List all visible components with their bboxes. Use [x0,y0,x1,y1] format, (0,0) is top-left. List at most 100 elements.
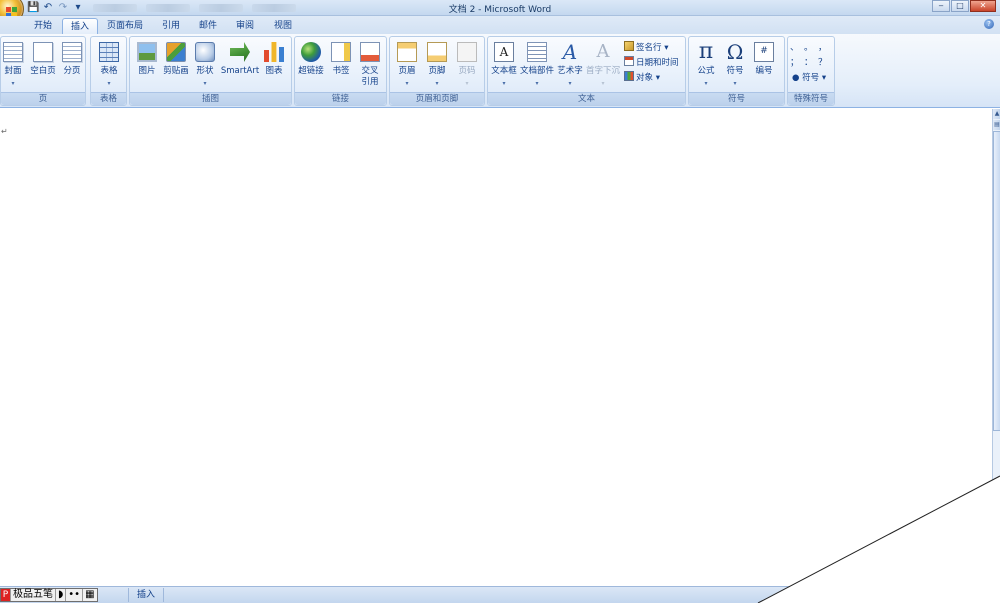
omega-icon: Ω [726,40,744,64]
drop-cap-label: 首字下沉 [585,66,620,76]
page-break-icon [62,42,82,62]
insert-mode-indicator[interactable]: 插入 [128,588,165,602]
cross-reference-icon [360,42,380,62]
smartart-button[interactable]: SmartArt [221,39,259,91]
text-box-button[interactable]: A 文本框 ▾ [489,39,519,91]
cover-page-icon [3,42,23,62]
minimize-button[interactable]: ‒ [932,0,950,12]
ime-name[interactable]: 极品五笔 [11,589,56,601]
date-time-button[interactable]: 日期和时间 [624,56,679,70]
hyperlink-globe-icon [301,42,321,62]
half-width-icon[interactable]: ◗ [56,589,67,601]
group-illustrations-label: 插图 [130,92,291,105]
group-special-symbols: 、 。 ， ； ： ？ ● 符号 ▾ 特殊符号 [787,36,835,106]
punctuation-icon[interactable]: •• [66,589,84,601]
dropdown-arrow-icon: ▾ [704,80,708,87]
group-special-symbols-label: 特殊符号 [788,92,834,105]
tab-mailings[interactable]: 邮件 [193,18,223,34]
blank-page-button[interactable]: 空白页 [28,39,58,91]
calendar-icon [624,56,634,66]
numbering-button[interactable]: # 编号 [749,39,779,91]
group-tables-label: 表格 [91,92,126,105]
dropdown-arrow-icon: ▾ [535,80,539,87]
window-title: 文档 2 - Microsoft Word [448,5,552,15]
picture-button[interactable]: 图片 [132,39,162,91]
special-char-button[interactable]: ？ [818,56,827,70]
wordart-button[interactable]: A 艺术字 ▾ [555,39,585,91]
dropdown-arrow-icon: ▾ [568,80,572,87]
drop-cap-icon: A [596,41,610,62]
ruler-toggle-icon[interactable]: ▤ [993,120,1000,130]
object-label: 对象 [636,73,654,83]
table-button[interactable]: 表格 ▾ [94,39,124,91]
dropdown-arrow-icon: ▾ [733,80,737,87]
cross-reference-button[interactable]: 交叉 引用 [355,39,385,91]
page-break-button[interactable]: 分页 [57,39,87,91]
ribbon-tabs: 开始 插入 页面布局 引用 邮件 审阅 视图 ? [0,16,1000,34]
group-text: A 文本框 ▾ 文档部件 ▾ A 艺术字 ▾ A 首字下沉 ▾ 签名行 ▾ 日期… [487,36,686,106]
ime-toolbar[interactable]: P 极品五笔 ◗ •• ▦ [0,588,98,602]
dropdown-arrow-icon: ▾ [435,80,439,87]
text-box-icon: A [494,42,514,62]
blank-page-icon [33,42,53,62]
dropdown-arrow-icon: ▾ [601,80,605,87]
special-char-button[interactable]: ， [818,41,827,55]
vertical-scrollbar[interactable]: ▲ ▤ [992,109,1000,586]
tab-references[interactable]: 引用 [156,18,186,34]
signature-line-label: 签名行 [636,43,662,53]
hyperlink-button[interactable]: 超链接 [296,39,326,91]
group-text-label: 文本 [488,92,685,105]
tab-insert[interactable]: 插入 [62,18,98,34]
group-pages-label: 页 [1,92,85,105]
more-symbols-label: 符号 [802,73,820,83]
clip-art-icon [166,42,186,62]
dropdown-arrow-icon: ▾ [11,80,15,87]
footer-button[interactable]: 页脚 ▾ [422,39,452,91]
clip-art-button[interactable]: 剪贴画 [161,39,191,91]
page-number-icon [457,42,477,62]
ime-logo-icon[interactable]: P [1,589,11,601]
page-break-label: 分页 [63,66,81,76]
quick-parts-icon [527,42,547,62]
soft-keyboard-icon[interactable]: ▦ [83,589,96,601]
special-char-button[interactable]: 。 [804,41,813,55]
group-symbols: π 公式 ▾ Ω 符号 ▾ # 编号 符号 [688,36,785,106]
tab-page-layout[interactable]: 页面布局 [103,18,147,34]
document-canvas[interactable] [0,109,992,586]
header-button[interactable]: 页眉 ▾ [392,39,422,91]
group-pages: 封面 ▾ 空白页 分页 页 [0,36,86,106]
special-char-button[interactable]: ： [804,56,813,70]
group-tables: 表格 ▾ 表格 [90,36,127,106]
numbering-label: 编号 [755,66,773,76]
more-symbols-button[interactable]: ● 符号 ▾ [792,71,826,85]
special-char-button[interactable]: ； [790,56,799,70]
wordart-icon: A [562,40,578,64]
tab-view[interactable]: 视图 [268,18,298,34]
chart-label: 图表 [265,66,283,76]
tab-home[interactable]: 开始 [28,18,58,34]
tab-review[interactable]: 审阅 [230,18,260,34]
quick-parts-button[interactable]: 文档部件 ▾ [520,39,554,91]
header-icon [397,42,417,62]
close-button[interactable]: ✕ [970,0,996,12]
date-time-label: 日期和时间 [636,58,679,68]
picture-icon [137,42,157,62]
special-char-button[interactable]: 、 [790,41,799,55]
help-icon[interactable]: ? [984,19,994,29]
signature-line-icon [624,41,634,51]
equation-button[interactable]: π 公式 ▾ [691,39,721,91]
maximize-button[interactable]: □ [951,0,969,12]
chart-button[interactable]: 图表 [259,39,289,91]
drop-cap-button[interactable]: A 首字下沉 ▾ [586,39,620,91]
page-number-button[interactable]: 页码 ▾ [452,39,482,91]
signature-line-button[interactable]: 签名行 ▾ [624,41,669,55]
table-label: 表格 [100,66,118,76]
symbol-button[interactable]: Ω 符号 ▾ [720,39,750,91]
cover-page-button[interactable]: 封面 ▾ [0,39,28,91]
dropdown-arrow-icon: ▾ [107,80,111,87]
footer-icon [427,42,447,62]
object-button[interactable]: 对象 ▾ [624,71,660,85]
shapes-button[interactable]: 形状 ▾ [190,39,220,91]
scrollbar-thumb[interactable] [993,131,1000,431]
scroll-up-icon[interactable]: ▲ [993,109,1000,119]
